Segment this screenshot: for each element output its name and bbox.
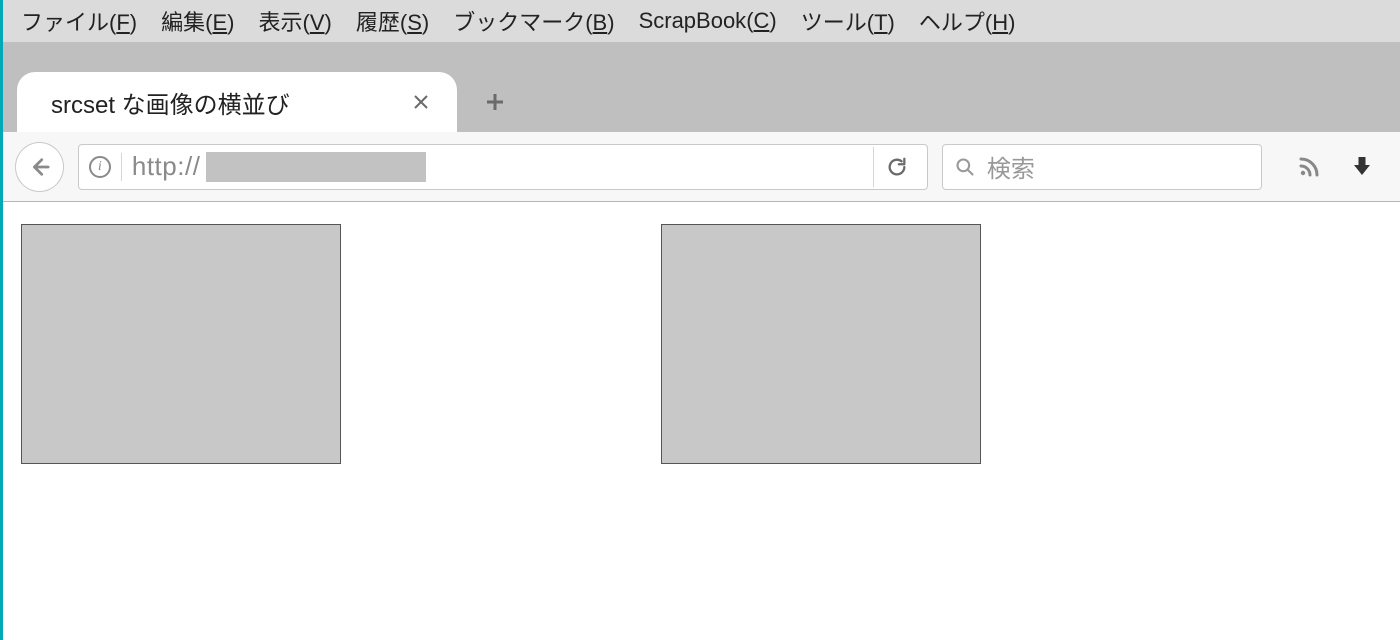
image-placeholder-2 [661,224,981,464]
reload-button[interactable] [873,147,921,187]
menu-tools[interactable]: ツール(T) [789,1,907,41]
browser-tab-active[interactable]: srcset な画像の横並び [17,72,457,132]
image-placeholder-1 [21,224,341,464]
menu-file[interactable]: ファイル(F) [9,1,149,41]
downloads-icon[interactable] [1343,147,1382,187]
menu-view[interactable]: 表示(V) [246,1,343,41]
menu-bookmarks[interactable]: ブックマーク(B) [441,1,626,41]
back-button[interactable] [15,142,64,192]
toolbar: i http:// 検索 [3,132,1400,202]
search-box[interactable]: 検索 [942,144,1262,190]
menu-help[interactable]: ヘルプ(H) [907,1,1028,41]
page-content [3,202,1400,640]
url-bar[interactable]: i http:// [78,144,928,190]
site-info-icon[interactable]: i [89,156,111,178]
menu-scrapbook[interactable]: ScrapBook(C) [627,4,789,38]
tab-title: srcset な画像の横並び [51,85,407,120]
url-scheme: http:// [132,151,201,182]
menu-bar: ファイル(F) 編集(E) 表示(V) 履歴(S) ブックマーク(B) Scra… [3,0,1400,42]
tab-strip: srcset な画像の横並び [3,42,1400,132]
separator [121,153,122,181]
close-icon[interactable] [407,88,435,116]
search-placeholder: 検索 [987,149,1035,184]
menu-history[interactable]: 履歴(S) [344,1,441,41]
search-icon [955,157,975,177]
url-host-redacted [206,152,426,182]
url-text[interactable]: http:// [132,151,863,182]
menu-edit[interactable]: 編集(E) [149,1,246,41]
feed-icon[interactable] [1290,147,1329,187]
new-tab-button[interactable] [475,82,515,122]
